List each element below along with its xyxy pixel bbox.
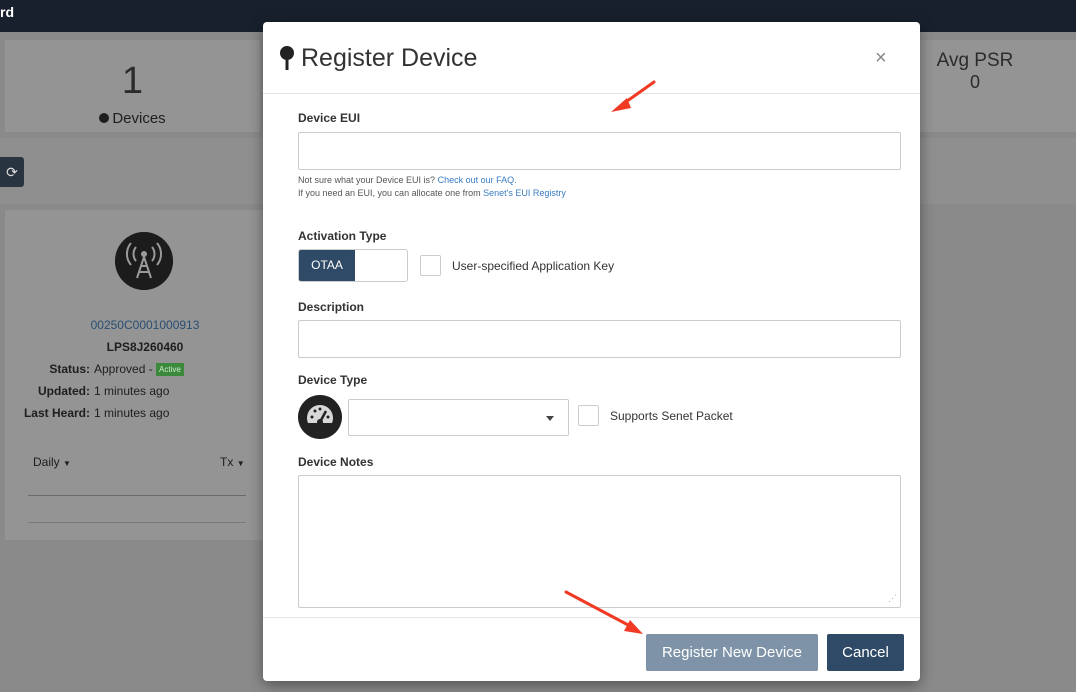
senet-packet-label: Supports Senet Packet bbox=[610, 409, 733, 423]
metric-dropdown[interactable]: Tx ▼ bbox=[220, 455, 245, 469]
device-id-link[interactable]: 00250C0001000913 bbox=[5, 318, 285, 332]
register-device-modal: Register Device × Device EUI Not sure wh… bbox=[263, 22, 920, 681]
avg-psr-label: Avg PSR bbox=[936, 50, 1014, 71]
device-card: 00250C0001000913 LPS8J260460 Status: Appr… bbox=[5, 210, 263, 540]
caret-down-icon: ▼ bbox=[236, 459, 245, 468]
period-dropdown-label: Daily bbox=[33, 455, 60, 469]
status-badge: Active bbox=[156, 363, 184, 377]
caret-down-icon: ▼ bbox=[63, 459, 71, 468]
device-notes-label: Device Notes bbox=[298, 455, 374, 469]
caret-down-icon bbox=[546, 416, 554, 421]
status-row: Status: Approved - Active bbox=[5, 362, 184, 377]
modal-title: Register Device bbox=[301, 44, 478, 72]
updated-label: Updated: bbox=[38, 384, 90, 398]
description-input[interactable] bbox=[298, 320, 901, 358]
metric-dropdown-label: Tx bbox=[220, 455, 234, 469]
divider bbox=[28, 522, 246, 523]
last-heard-row: Last Heard: 1 minutes ago bbox=[5, 406, 169, 420]
user-app-key-label: User-specified Application Key bbox=[452, 259, 615, 273]
faq-link[interactable]: Check out our FAQ. bbox=[438, 175, 517, 185]
devices-count: 1 bbox=[121, 60, 144, 102]
otaa-option[interactable]: OTAA bbox=[299, 250, 355, 281]
device-notes-textarea[interactable]: ⋰ bbox=[298, 475, 901, 608]
activation-type-toggle[interactable]: OTAA bbox=[298, 249, 408, 282]
last-heard-value: 1 minutes ago bbox=[94, 406, 170, 420]
refresh-icon: ⟳ bbox=[6, 164, 18, 180]
last-heard-label: Last Heard: bbox=[23, 406, 90, 420]
modal-footer-divider bbox=[263, 617, 920, 618]
status-label: Status: bbox=[49, 362, 90, 376]
updated-value: 1 minutes ago bbox=[94, 384, 170, 398]
devices-label: Devices bbox=[112, 110, 166, 127]
devices-stat-card: 1 Devices bbox=[5, 40, 260, 132]
period-dropdown[interactable]: Daily ▼ bbox=[33, 455, 71, 469]
help-text: Not sure what your Device EUI is? bbox=[298, 175, 436, 185]
device-eui-help-line1: Not sure what your Device EUI is? Check … bbox=[298, 175, 517, 185]
user-app-key-checkbox[interactable] bbox=[420, 255, 441, 276]
activation-type-label: Activation Type bbox=[298, 229, 387, 243]
close-icon[interactable]: × bbox=[875, 47, 887, 70]
eui-registry-link[interactable]: Senet's EUI Registry bbox=[483, 188, 566, 198]
device-model: LPS8J260460 bbox=[106, 340, 184, 354]
devices-label-wrap: Devices bbox=[5, 110, 260, 127]
senet-packet-checkbox[interactable] bbox=[578, 405, 599, 426]
refresh-button[interactable]: ⟳ bbox=[0, 157, 24, 187]
description-label: Description bbox=[298, 300, 365, 314]
cancel-button[interactable]: Cancel bbox=[827, 634, 904, 671]
device-eui-input[interactable] bbox=[298, 132, 901, 170]
device-type-select[interactable] bbox=[348, 399, 569, 436]
device-eui-help-line2: If you need an EUI, you can allocate one… bbox=[298, 188, 566, 198]
map-pin-icon bbox=[99, 113, 110, 123]
device-eui-label: Device EUI bbox=[298, 111, 361, 125]
status-value: Approved - bbox=[94, 362, 153, 376]
gauge-icon bbox=[298, 395, 342, 439]
resize-grip-icon[interactable]: ⋰ bbox=[888, 593, 897, 604]
divider bbox=[28, 495, 246, 496]
navbar-title: rd bbox=[0, 4, 14, 20]
register-new-device-button[interactable]: Register New Device bbox=[646, 634, 818, 671]
avg-psr-stat-card: Avg PSR 0 bbox=[920, 40, 1076, 132]
help-text: If you need an EUI, you can allocate one… bbox=[298, 188, 481, 198]
radio-tower-icon bbox=[115, 232, 173, 290]
map-pin-icon bbox=[280, 46, 294, 70]
modal-header: Register Device × bbox=[263, 22, 920, 94]
avg-psr-value: 0 bbox=[969, 72, 980, 92]
updated-row: Updated: 1 minutes ago bbox=[5, 384, 169, 398]
device-type-label: Device Type bbox=[298, 373, 368, 387]
